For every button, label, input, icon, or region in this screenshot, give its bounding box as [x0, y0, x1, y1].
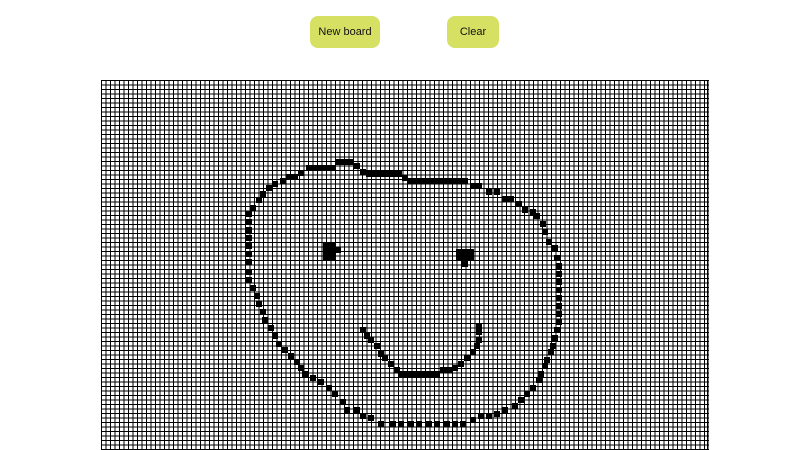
filled-cell [462, 178, 468, 184]
filled-cell [552, 245, 558, 251]
filled-cell [340, 399, 346, 405]
filled-cell [476, 323, 482, 329]
filled-cell [556, 319, 562, 325]
filled-cell [256, 301, 262, 307]
filled-cell [282, 347, 288, 353]
filled-cell [276, 341, 282, 347]
filled-cell [374, 343, 380, 349]
filled-cell [556, 279, 562, 285]
filled-cell [556, 287, 562, 293]
filled-cell [474, 343, 480, 349]
filled-cell [556, 263, 562, 269]
filled-cell [329, 255, 335, 261]
filled-cell [524, 391, 530, 397]
filled-cell [478, 413, 484, 419]
filled-cell [408, 421, 414, 427]
filled-cell [368, 415, 374, 421]
filled-cell [536, 377, 542, 383]
toolbar: New board Clear [0, 0, 800, 64]
filled-cell [470, 349, 476, 355]
clear-button[interactable]: Clear [447, 16, 499, 48]
filled-cell [556, 311, 562, 317]
filled-cell [302, 371, 308, 377]
filled-cell [246, 211, 252, 217]
filled-cell [246, 243, 252, 249]
filled-cell [272, 181, 278, 187]
filled-cell [288, 353, 294, 359]
filled-cell [556, 271, 562, 277]
filled-cell [534, 213, 540, 219]
filled-cell [556, 295, 562, 301]
filled-cell [426, 421, 432, 427]
filled-cell [468, 255, 474, 261]
filled-cell [246, 219, 252, 225]
filled-cell [476, 329, 482, 335]
filled-cell [398, 421, 404, 427]
filled-cell [378, 421, 384, 427]
filled-cell [330, 165, 336, 171]
filled-cell [452, 421, 458, 427]
filled-cell [294, 359, 300, 365]
filled-cell [250, 205, 256, 211]
filled-cell [548, 349, 554, 355]
filled-cell [335, 247, 341, 253]
filled-cell [326, 385, 332, 391]
filled-cell [462, 261, 468, 267]
filled-cell [508, 196, 514, 202]
filled-cell [476, 183, 482, 189]
filled-cell [470, 417, 476, 423]
filled-cell [390, 421, 396, 427]
filled-cell [250, 285, 256, 291]
filled-cell [518, 397, 524, 403]
filled-cell [464, 355, 470, 361]
filled-cell [272, 333, 278, 339]
filled-cell [552, 335, 558, 341]
filled-cell [254, 293, 260, 299]
filled-cell [268, 325, 274, 331]
new-board-button[interactable]: New board [310, 16, 380, 48]
filled-cell [494, 189, 500, 195]
filled-cell [246, 235, 252, 241]
filled-cell [298, 365, 304, 371]
filled-cell [354, 407, 360, 413]
filled-cell [554, 327, 560, 333]
filled-cell [246, 251, 252, 257]
filled-cell [522, 207, 528, 213]
filled-cell [246, 269, 252, 275]
filled-cell [318, 379, 324, 385]
filled-cell [554, 255, 560, 261]
filled-cell [502, 407, 508, 413]
filled-cell [494, 411, 500, 417]
filled-cell [416, 421, 422, 427]
filled-cell [512, 403, 518, 409]
filled-cell [332, 391, 338, 397]
filled-cell [246, 259, 252, 265]
drawing-grid[interactable] [101, 80, 709, 450]
filled-cell [310, 375, 316, 381]
filled-cell [344, 407, 350, 413]
filled-cell [360, 413, 366, 419]
filled-cell [530, 385, 536, 391]
filled-cell [486, 189, 492, 195]
filled-cell [486, 413, 492, 419]
filled-cell [434, 421, 440, 427]
filled-cell [556, 303, 562, 309]
filled-cell [444, 421, 450, 427]
filled-cell [260, 309, 266, 315]
filled-cell [476, 337, 482, 343]
filled-cell [260, 191, 266, 197]
filled-cell [542, 229, 548, 235]
filled-cell [542, 363, 548, 369]
filled-cell [458, 361, 464, 367]
filled-cell [262, 317, 268, 323]
filled-cell [298, 170, 304, 176]
filled-cell [256, 197, 262, 203]
filled-cell [246, 277, 252, 283]
filled-cell [540, 221, 546, 227]
filled-cell [460, 421, 466, 427]
filled-cell [246, 227, 252, 233]
